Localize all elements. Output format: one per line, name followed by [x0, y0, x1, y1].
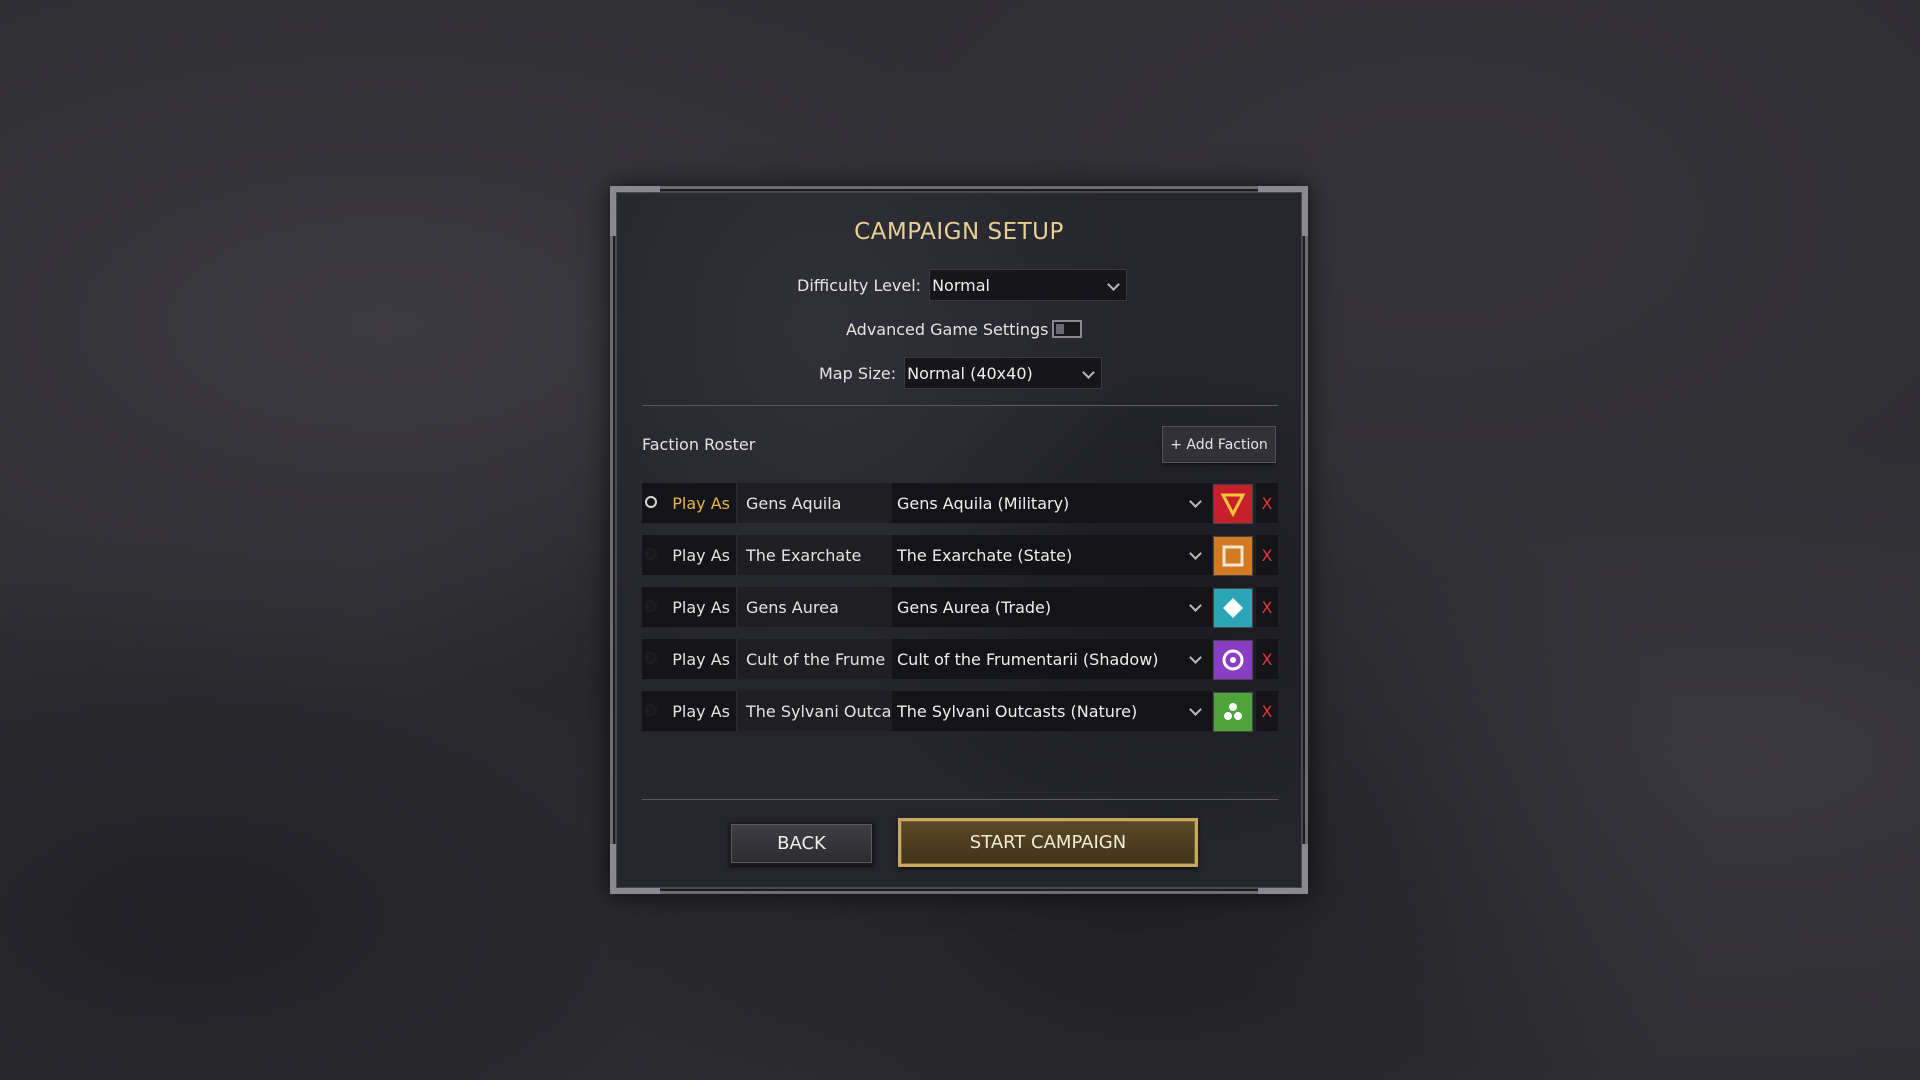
- faction-type-select[interactable]: Cult of the Frumentarii (Shadow): [892, 639, 1212, 679]
- play-as-label: Play As: [672, 545, 730, 565]
- faction-emblem-button[interactable]: [1213, 536, 1253, 576]
- chevron-down-icon: [1189, 703, 1202, 716]
- difficulty-label: Difficulty Level:: [797, 275, 922, 295]
- map-size-label: Map Size:: [819, 363, 897, 383]
- back-button[interactable]: BACK: [729, 822, 874, 865]
- play-as-label: Play As: [672, 493, 730, 513]
- diamond-icon: [1223, 598, 1243, 618]
- faction-emblem-button[interactable]: [1213, 588, 1253, 628]
- faction-type-select[interactable]: The Sylvani Outcasts (Nature): [892, 691, 1212, 731]
- square-icon: [1222, 545, 1244, 567]
- start-campaign-button[interactable]: START CAMPAIGN: [898, 818, 1198, 867]
- chevron-down-icon: [1107, 278, 1120, 291]
- panel-title: CAMPAIGN SETUP: [854, 219, 1064, 245]
- play-as-radio[interactable]: [645, 600, 657, 612]
- faction-row: Play As The Exarchate The Exarchate (Sta…: [642, 535, 1278, 576]
- faction-type-select[interactable]: Gens Aurea (Trade): [892, 587, 1212, 627]
- faction-row: Play As Gens Aquila Gens Aquila (Militar…: [642, 483, 1278, 524]
- remove-faction-button[interactable]: X: [1256, 483, 1278, 523]
- chevron-down-icon: [1189, 547, 1202, 560]
- panel-corner-ornament: [1258, 844, 1308, 894]
- chevron-down-icon: [1189, 651, 1202, 664]
- faction-name[interactable]: The Exarchate: [738, 535, 892, 575]
- play-as-cell[interactable]: Play As: [642, 535, 738, 575]
- faction-name[interactable]: The Sylvani Outca: [738, 691, 892, 731]
- faction-name[interactable]: Gens Aquila: [738, 483, 892, 523]
- play-as-cell[interactable]: Play As: [642, 483, 738, 523]
- faction-emblem-button[interactable]: [1213, 640, 1253, 680]
- remove-faction-button[interactable]: X: [1256, 587, 1278, 627]
- circle-target-icon: [1222, 649, 1244, 671]
- play-as-cell[interactable]: Play As: [642, 691, 738, 731]
- remove-faction-button[interactable]: X: [1256, 639, 1278, 679]
- difficulty-row: Difficulty Level: Normal: [797, 269, 1128, 301]
- faction-type-value: Gens Aurea (Trade): [897, 597, 1052, 617]
- play-as-label: Play As: [672, 649, 730, 669]
- faction-type-value: The Sylvani Outcasts (Nature): [897, 701, 1138, 721]
- remove-faction-button[interactable]: X: [1256, 691, 1278, 731]
- map-size-value: Normal (40x40): [907, 363, 1033, 383]
- advanced-settings-toggle[interactable]: [1052, 320, 1083, 338]
- faction-name[interactable]: Cult of the Frume: [738, 639, 892, 679]
- faction-emblem-button[interactable]: [1213, 484, 1253, 524]
- divider: [642, 799, 1278, 800]
- faction-roster-label: Faction Roster: [642, 435, 756, 454]
- chevron-down-icon: [1082, 366, 1095, 379]
- advanced-settings-label: Advanced Game Settings: [846, 319, 1049, 339]
- advanced-settings-row: Advanced Game Settings: [846, 313, 1083, 345]
- play-as-cell[interactable]: Play As: [642, 587, 738, 627]
- panel-corner-ornament: [610, 844, 660, 894]
- play-as-cell[interactable]: Play As: [642, 639, 738, 679]
- campaign-setup-panel: CAMPAIGN SETUP Difficulty Level: Normal …: [610, 186, 1308, 894]
- triangle-down-icon: [1220, 493, 1246, 517]
- faction-type-select[interactable]: Gens Aquila (Military): [892, 483, 1212, 523]
- faction-type-value: Cult of the Frumentarii (Shadow): [897, 649, 1159, 669]
- play-as-radio[interactable]: [645, 496, 657, 508]
- three-dots-icon: [1224, 703, 1242, 720]
- add-faction-button[interactable]: + Add Faction: [1162, 426, 1276, 463]
- faction-type-value: Gens Aquila (Military): [897, 493, 1070, 513]
- play-as-radio[interactable]: [645, 652, 657, 664]
- faction-type-select[interactable]: The Exarchate (State): [892, 535, 1212, 575]
- difficulty-select[interactable]: Normal: [929, 269, 1128, 301]
- map-size-select[interactable]: Normal (40x40): [904, 357, 1103, 389]
- faction-row: Play As Gens Aurea Gens Aurea (Trade) X: [642, 587, 1278, 628]
- chevron-down-icon: [1189, 599, 1202, 612]
- faction-name[interactable]: Gens Aurea: [738, 587, 892, 627]
- play-as-label: Play As: [672, 597, 730, 617]
- toggle-knob: [1056, 324, 1065, 334]
- chevron-down-icon: [1189, 495, 1202, 508]
- play-as-label: Play As: [672, 701, 730, 721]
- faction-emblem-button[interactable]: [1213, 692, 1253, 732]
- map-size-row: Map Size: Normal (40x40): [819, 357, 1103, 389]
- faction-list: Play As Gens Aquila Gens Aquila (Militar…: [642, 483, 1278, 743]
- remove-faction-button[interactable]: X: [1256, 535, 1278, 575]
- play-as-radio[interactable]: [645, 548, 657, 560]
- difficulty-value: Normal: [932, 275, 990, 295]
- faction-row: Play As Cult of the Frume Cult of the Fr…: [642, 639, 1278, 680]
- play-as-radio[interactable]: [645, 704, 657, 716]
- faction-type-value: The Exarchate (State): [897, 545, 1073, 565]
- faction-row: Play As The Sylvani Outca The Sylvani Ou…: [642, 691, 1278, 732]
- divider: [642, 405, 1278, 406]
